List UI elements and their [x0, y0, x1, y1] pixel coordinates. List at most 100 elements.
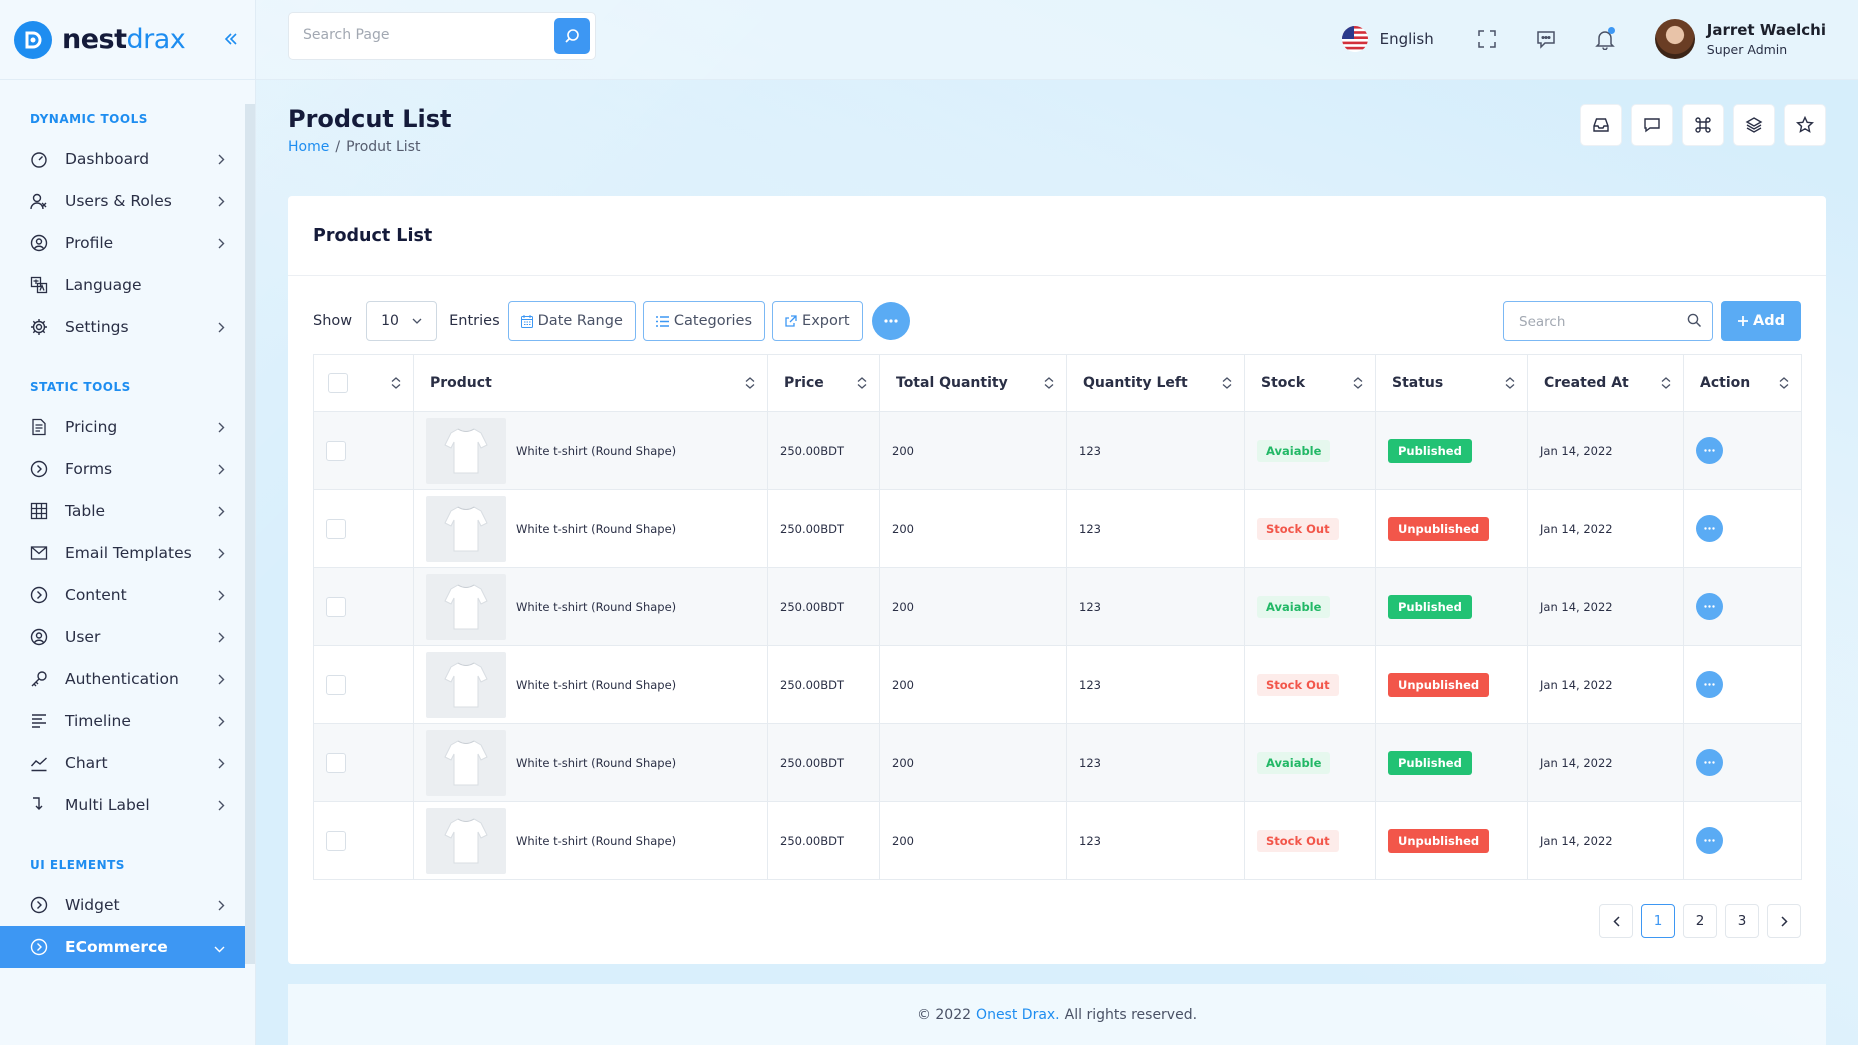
row-action-button[interactable]	[1696, 593, 1723, 620]
calendar-icon	[520, 314, 533, 328]
row-checkbox[interactable]	[326, 518, 346, 539]
export-label: Export	[802, 313, 850, 329]
command-icon[interactable]	[1682, 104, 1724, 146]
sidebar-item-dashboard[interactable]: Dashboard	[0, 138, 245, 180]
sidebar-item-timeline[interactable]: Timeline	[0, 700, 245, 742]
page-button-2[interactable]: 2	[1683, 904, 1717, 938]
column-header-total-quantity[interactable]: Total Quantity	[879, 354, 1067, 412]
sidebar-item-label: User	[65, 628, 101, 646]
sidebar-item-users-and-roles[interactable]: Users & Roles	[0, 180, 245, 222]
entries-select[interactable]: 10	[366, 301, 438, 341]
sidebar-item-language[interactable]: Language	[0, 264, 245, 306]
sort-icon[interactable]	[745, 377, 755, 393]
user-info[interactable]: Jarret Waelchi Super Admin	[1707, 21, 1826, 57]
table-row: White t-shirt (Round Shape) 250.00BDT 200 1…	[313, 411, 1802, 490]
notification-bell-icon[interactable]	[1592, 26, 1618, 52]
sort-icon[interactable]	[857, 377, 867, 393]
sidebar-item-settings[interactable]: Settings	[0, 306, 245, 348]
sidebar-item-pricing[interactable]: Pricing	[0, 406, 245, 448]
more-options-button[interactable]	[871, 302, 910, 340]
column-header-created-at[interactable]: Created At	[1527, 354, 1684, 412]
sidebar-item-content[interactable]: Content	[0, 574, 245, 616]
sidebar-item-table[interactable]: Table	[0, 490, 245, 532]
fullscreen-icon[interactable]	[1474, 26, 1500, 52]
sidebar-item-multi-label[interactable]: Multi Label	[0, 784, 245, 826]
logo-text: nestdrax	[62, 24, 186, 55]
sidebar-scrollbar[interactable]	[245, 104, 255, 964]
row-checkbox[interactable]	[326, 830, 346, 851]
language-selector[interactable]: English	[1341, 26, 1434, 52]
layers-icon[interactable]	[1733, 104, 1775, 146]
message-icon[interactable]	[1631, 104, 1673, 146]
sidebar-item-label: Email Templates	[65, 544, 192, 562]
row-action-button[interactable]	[1696, 749, 1723, 776]
next-page-button[interactable]	[1767, 904, 1801, 938]
language-label: English	[1379, 30, 1434, 48]
page-button-1[interactable]: 1	[1641, 904, 1675, 938]
more-dots-icon	[883, 319, 898, 323]
user-avatar[interactable]	[1654, 19, 1695, 59]
date-range-button[interactable]: Date Range	[507, 301, 636, 341]
search-button[interactable]	[554, 18, 590, 54]
sort-icon[interactable]	[1222, 377, 1232, 393]
row-checkbox[interactable]	[326, 674, 346, 695]
select-all-checkbox[interactable]	[328, 373, 348, 393]
action-cell	[1683, 411, 1802, 490]
row-checkbox[interactable]	[326, 440, 346, 461]
column-header-stock[interactable]: Stock	[1244, 354, 1376, 412]
stock-cell: Stock Out	[1244, 645, 1376, 724]
row-action-button[interactable]	[1696, 515, 1723, 542]
page-button-3[interactable]: 3	[1725, 904, 1759, 938]
stock-badge: Stock Out	[1257, 673, 1339, 696]
nav-section-ui: UI ELEMENTS	[30, 858, 125, 872]
price-cell: 250.00BDT	[767, 411, 880, 490]
breadcrumb-home-link[interactable]: Home	[288, 139, 329, 155]
plus-icon	[1738, 316, 1748, 326]
add-product-button[interactable]: Add	[1721, 301, 1801, 341]
row-checkbox[interactable]	[326, 596, 346, 617]
chat-icon[interactable]	[1533, 26, 1559, 52]
sort-icon[interactable]	[1044, 377, 1054, 393]
inbox-icon[interactable]	[1580, 104, 1622, 146]
stock-badge: Avaiable	[1257, 595, 1331, 618]
total-quantity-cell: 200	[879, 567, 1067, 646]
more-dots-icon	[1704, 761, 1715, 764]
prev-page-button[interactable]	[1599, 904, 1633, 938]
sidebar-item-authentication[interactable]: Authentication	[0, 658, 245, 700]
row-action-button[interactable]	[1696, 437, 1723, 464]
more-dots-icon	[1704, 605, 1715, 608]
status-cell: Unpublished	[1375, 645, 1528, 724]
column-header-quantity-left[interactable]: Quantity Left	[1066, 354, 1245, 412]
table-search-input[interactable]	[1519, 314, 1679, 330]
sidebar-item-ecommerce[interactable]: ECommerce	[0, 926, 245, 968]
column-header-action[interactable]: Action	[1683, 354, 1802, 412]
sidebar-item-forms[interactable]: Forms	[0, 448, 245, 490]
star-icon[interactable]	[1784, 104, 1826, 146]
row-checkbox[interactable]	[326, 752, 346, 773]
product-cell: White t-shirt (Round Shape)	[413, 645, 768, 724]
page-search-input[interactable]	[303, 27, 523, 43]
export-button[interactable]: Export	[772, 301, 863, 341]
sort-icon[interactable]	[1505, 377, 1515, 393]
sort-icon[interactable]	[391, 377, 401, 393]
categories-button[interactable]: Categories	[642, 301, 766, 341]
sort-icon[interactable]	[1353, 377, 1363, 393]
sidebar-item-profile[interactable]: Profile	[0, 222, 245, 264]
sidebar-item-widget[interactable]: Widget	[0, 884, 245, 926]
sidebar-item-email-templates[interactable]: Email Templates	[0, 532, 245, 574]
sidebar-item-chart[interactable]: Chart	[0, 742, 245, 784]
sidebar-item-user[interactable]: User	[0, 616, 245, 658]
sort-icon[interactable]	[1661, 377, 1671, 393]
sort-icon[interactable]	[1779, 377, 1789, 393]
product-cell: White t-shirt (Round Shape)	[413, 489, 768, 568]
collapse-sidebar-icon[interactable]	[223, 28, 239, 53]
column-header-product[interactable]: Product	[413, 354, 768, 412]
footer-copyright: © 2022	[916, 1006, 972, 1023]
column-header-price[interactable]: Price	[767, 354, 880, 412]
pricing-icon	[28, 416, 50, 438]
row-action-button[interactable]	[1696, 827, 1723, 854]
footer-brand-link[interactable]: Onest Drax.	[976, 1007, 1060, 1023]
row-action-button[interactable]	[1696, 671, 1723, 698]
chevron-right-icon	[218, 235, 225, 253]
column-header-status[interactable]: Status	[1375, 354, 1528, 412]
